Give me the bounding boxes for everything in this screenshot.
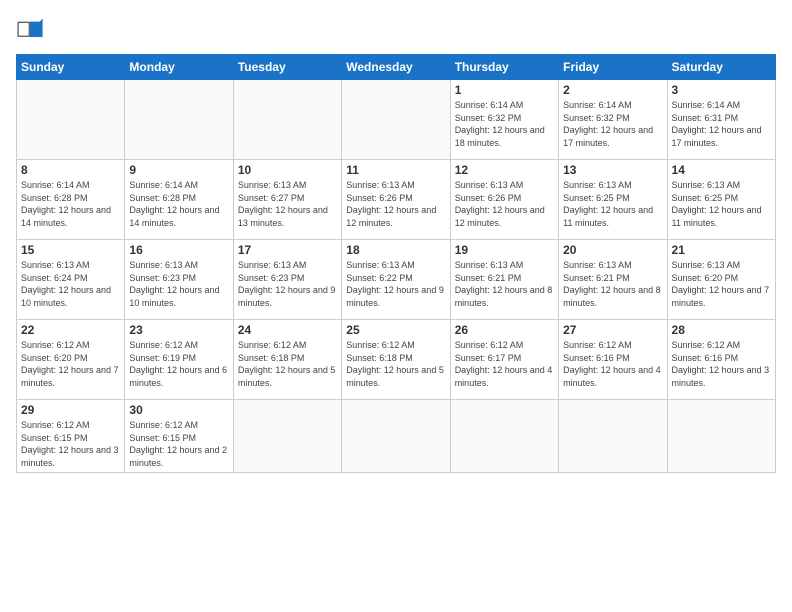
calendar-cell: 15 Sunrise: 6:13 AMSunset: 6:24 PMDayligh… (17, 240, 125, 320)
day-info: Sunrise: 6:12 AMSunset: 6:20 PMDaylight:… (21, 339, 120, 389)
calendar-cell (450, 400, 558, 473)
day-number: 20 (563, 243, 662, 257)
day-number: 1 (455, 83, 554, 97)
day-info: Sunrise: 6:12 AMSunset: 6:16 PMDaylight:… (563, 339, 662, 389)
calendar-cell: 9 Sunrise: 6:14 AMSunset: 6:28 PMDaylight… (125, 160, 233, 240)
calendar-cell: 8 Sunrise: 6:14 AMSunset: 6:28 PMDaylight… (17, 160, 125, 240)
day-info: Sunrise: 6:13 AMSunset: 6:24 PMDaylight:… (21, 259, 120, 309)
day-header-saturday: Saturday (667, 55, 775, 80)
day-info: Sunrise: 6:13 AMSunset: 6:25 PMDaylight:… (563, 179, 662, 229)
day-info: Sunrise: 6:12 AMSunset: 6:15 PMDaylight:… (129, 419, 228, 469)
day-header-thursday: Thursday (450, 55, 558, 80)
calendar-cell: 16 Sunrise: 6:13 AMSunset: 6:23 PMDayligh… (125, 240, 233, 320)
calendar-cell: 28 Sunrise: 6:12 AMSunset: 6:16 PMDayligh… (667, 320, 775, 400)
day-info: Sunrise: 6:13 AMSunset: 6:25 PMDaylight:… (672, 179, 771, 229)
day-info: Sunrise: 6:13 AMSunset: 6:23 PMDaylight:… (238, 259, 337, 309)
day-number: 24 (238, 323, 337, 337)
calendar-cell: 12 Sunrise: 6:13 AMSunset: 6:26 PMDayligh… (450, 160, 558, 240)
calendar-cell: 13 Sunrise: 6:13 AMSunset: 6:25 PMDayligh… (559, 160, 667, 240)
day-number: 26 (455, 323, 554, 337)
day-number: 25 (346, 323, 445, 337)
day-header-wednesday: Wednesday (342, 55, 450, 80)
day-number: 8 (21, 163, 120, 177)
calendar-cell (125, 80, 233, 160)
day-number: 27 (563, 323, 662, 337)
day-header-friday: Friday (559, 55, 667, 80)
day-info: Sunrise: 6:13 AMSunset: 6:26 PMDaylight:… (346, 179, 445, 229)
day-info: Sunrise: 6:13 AMSunset: 6:20 PMDaylight:… (672, 259, 771, 309)
calendar-cell: 10 Sunrise: 6:13 AMSunset: 6:27 PMDayligh… (233, 160, 341, 240)
calendar: SundayMondayTuesdayWednesdayThursdayFrid… (16, 54, 776, 473)
calendar-cell: 26 Sunrise: 6:12 AMSunset: 6:17 PMDayligh… (450, 320, 558, 400)
day-number: 10 (238, 163, 337, 177)
day-info: Sunrise: 6:12 AMSunset: 6:15 PMDaylight:… (21, 419, 120, 469)
calendar-cell: 27 Sunrise: 6:12 AMSunset: 6:16 PMDayligh… (559, 320, 667, 400)
calendar-cell: 11 Sunrise: 6:13 AMSunset: 6:26 PMDayligh… (342, 160, 450, 240)
day-number: 11 (346, 163, 445, 177)
day-info: Sunrise: 6:14 AMSunset: 6:28 PMDaylight:… (21, 179, 120, 229)
calendar-cell: 21 Sunrise: 6:13 AMSunset: 6:20 PMDayligh… (667, 240, 775, 320)
day-number: 18 (346, 243, 445, 257)
day-info: Sunrise: 6:14 AMSunset: 6:32 PMDaylight:… (563, 99, 662, 149)
calendar-cell: 19 Sunrise: 6:13 AMSunset: 6:21 PMDayligh… (450, 240, 558, 320)
calendar-cell: 25 Sunrise: 6:12 AMSunset: 6:18 PMDayligh… (342, 320, 450, 400)
day-info: Sunrise: 6:12 AMSunset: 6:19 PMDaylight:… (129, 339, 228, 389)
day-info: Sunrise: 6:13 AMSunset: 6:27 PMDaylight:… (238, 179, 337, 229)
calendar-cell: 29 Sunrise: 6:12 AMSunset: 6:15 PMDayligh… (17, 400, 125, 473)
day-number: 19 (455, 243, 554, 257)
calendar-cell: 17 Sunrise: 6:13 AMSunset: 6:23 PMDayligh… (233, 240, 341, 320)
day-header-sunday: Sunday (17, 55, 125, 80)
day-info: Sunrise: 6:12 AMSunset: 6:16 PMDaylight:… (672, 339, 771, 389)
calendar-cell: 14 Sunrise: 6:13 AMSunset: 6:25 PMDayligh… (667, 160, 775, 240)
day-number: 21 (672, 243, 771, 257)
day-info: Sunrise: 6:13 AMSunset: 6:26 PMDaylight:… (455, 179, 554, 229)
day-info: Sunrise: 6:14 AMSunset: 6:28 PMDaylight:… (129, 179, 228, 229)
calendar-cell: 30 Sunrise: 6:12 AMSunset: 6:15 PMDayligh… (125, 400, 233, 473)
calendar-cell: 23 Sunrise: 6:12 AMSunset: 6:19 PMDayligh… (125, 320, 233, 400)
calendar-cell: 18 Sunrise: 6:13 AMSunset: 6:22 PMDayligh… (342, 240, 450, 320)
day-info: Sunrise: 6:12 AMSunset: 6:18 PMDaylight:… (346, 339, 445, 389)
calendar-cell (342, 400, 450, 473)
day-header-monday: Monday (125, 55, 233, 80)
day-info: Sunrise: 6:12 AMSunset: 6:18 PMDaylight:… (238, 339, 337, 389)
calendar-cell (233, 400, 341, 473)
calendar-cell: 20 Sunrise: 6:13 AMSunset: 6:21 PMDayligh… (559, 240, 667, 320)
day-number: 2 (563, 83, 662, 97)
calendar-cell (667, 400, 775, 473)
day-number: 16 (129, 243, 228, 257)
logo (16, 16, 48, 44)
day-info: Sunrise: 6:13 AMSunset: 6:22 PMDaylight:… (346, 259, 445, 309)
day-info: Sunrise: 6:13 AMSunset: 6:23 PMDaylight:… (129, 259, 228, 309)
day-header-tuesday: Tuesday (233, 55, 341, 80)
calendar-cell: 22 Sunrise: 6:12 AMSunset: 6:20 PMDayligh… (17, 320, 125, 400)
day-number: 14 (672, 163, 771, 177)
day-info: Sunrise: 6:13 AMSunset: 6:21 PMDaylight:… (563, 259, 662, 309)
day-number: 22 (21, 323, 120, 337)
day-number: 29 (21, 403, 120, 417)
calendar-cell: 3 Sunrise: 6:14 AMSunset: 6:31 PMDaylight… (667, 80, 775, 160)
calendar-cell: 24 Sunrise: 6:12 AMSunset: 6:18 PMDayligh… (233, 320, 341, 400)
day-number: 15 (21, 243, 120, 257)
day-number: 23 (129, 323, 228, 337)
calendar-cell (342, 80, 450, 160)
day-info: Sunrise: 6:14 AMSunset: 6:32 PMDaylight:… (455, 99, 554, 149)
calendar-cell (559, 400, 667, 473)
calendar-cell (233, 80, 341, 160)
day-number: 3 (672, 83, 771, 97)
day-number: 13 (563, 163, 662, 177)
day-info: Sunrise: 6:13 AMSunset: 6:21 PMDaylight:… (455, 259, 554, 309)
day-number: 12 (455, 163, 554, 177)
calendar-cell (17, 80, 125, 160)
day-info: Sunrise: 6:12 AMSunset: 6:17 PMDaylight:… (455, 339, 554, 389)
calendar-cell: 1 Sunrise: 6:14 AMSunset: 6:32 PMDaylight… (450, 80, 558, 160)
day-number: 9 (129, 163, 228, 177)
day-number: 17 (238, 243, 337, 257)
day-number: 30 (129, 403, 228, 417)
calendar-cell: 2 Sunrise: 6:14 AMSunset: 6:32 PMDaylight… (559, 80, 667, 160)
day-number: 28 (672, 323, 771, 337)
day-info: Sunrise: 6:14 AMSunset: 6:31 PMDaylight:… (672, 99, 771, 149)
